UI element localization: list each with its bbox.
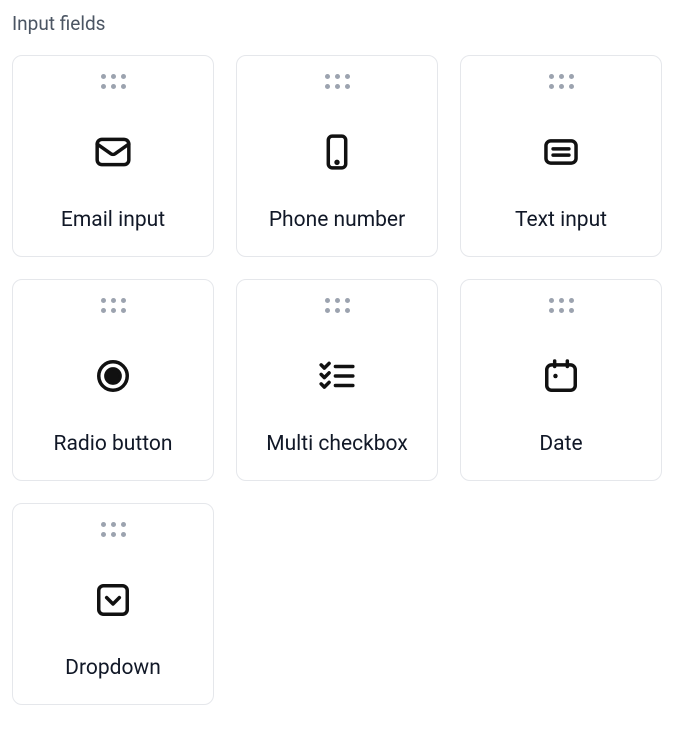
card-phone-number[interactable]: Phone number — [236, 55, 438, 257]
dropdown-icon — [94, 575, 132, 625]
drag-handle-icon[interactable] — [101, 298, 126, 313]
card-radio-button[interactable]: Radio button — [12, 279, 214, 481]
phone-icon — [318, 127, 356, 177]
card-label: Multi checkbox — [266, 432, 408, 456]
drag-handle-icon[interactable] — [549, 74, 574, 89]
card-label: Radio button — [54, 432, 173, 456]
card-label: Phone number — [269, 208, 405, 232]
calendar-icon — [542, 351, 580, 401]
card-label: Text input — [515, 208, 607, 232]
card-dropdown[interactable]: Dropdown — [12, 503, 214, 705]
cards-grid: Email input Phone number Text input — [12, 55, 682, 705]
drag-handle-icon[interactable] — [549, 298, 574, 313]
textbox-icon — [542, 127, 580, 177]
drag-handle-icon[interactable] — [325, 74, 350, 89]
envelope-icon — [94, 127, 132, 177]
card-email-input[interactable]: Email input — [12, 55, 214, 257]
section-title: Input fields — [12, 12, 682, 35]
card-label: Dropdown — [65, 656, 161, 680]
card-label: Email input — [61, 208, 165, 232]
radio-icon — [94, 351, 132, 401]
checklist-icon — [318, 351, 356, 401]
drag-handle-icon[interactable] — [101, 74, 126, 89]
drag-handle-icon[interactable] — [101, 522, 126, 537]
card-multi-checkbox[interactable]: Multi checkbox — [236, 279, 438, 481]
card-date[interactable]: Date — [460, 279, 662, 481]
drag-handle-icon[interactable] — [325, 298, 350, 313]
card-text-input[interactable]: Text input — [460, 55, 662, 257]
card-label: Date — [539, 432, 582, 456]
